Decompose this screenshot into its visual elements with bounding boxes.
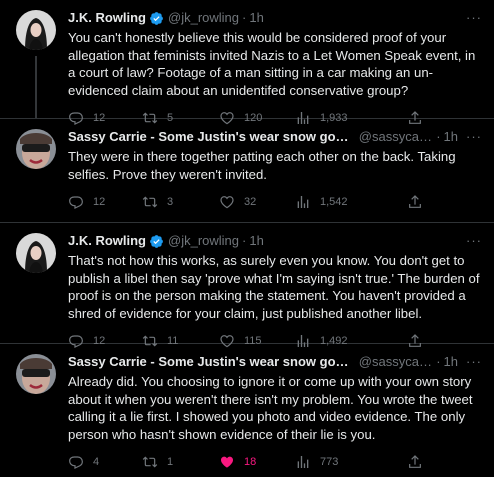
- share-button[interactable]: [407, 194, 423, 210]
- views-icon: [297, 196, 309, 208]
- timestamp[interactable]: 1h: [249, 233, 263, 249]
- retweet-button[interactable]: 3: [142, 194, 219, 210]
- like-count: 18: [244, 456, 257, 468]
- views-count: 773: [320, 456, 339, 468]
- tweet[interactable]: J.K. Rowling @jk_rowling · 1h ··· That's…: [0, 223, 494, 348]
- reply-count: 4: [93, 456, 100, 468]
- like-button[interactable]: 32: [219, 194, 295, 210]
- author-name[interactable]: Sassy Carrie - Some Justin's wear snow g…: [68, 354, 349, 370]
- author-handle[interactable]: @jk_rowling: [168, 233, 239, 249]
- tweet[interactable]: Sassy Carrie - Some Justin's wear snow g…: [0, 119, 494, 222]
- like-icon: [221, 456, 233, 468]
- author-handle[interactable]: @sassycarr...: [359, 129, 433, 145]
- author-name[interactable]: J.K. Rowling: [68, 233, 146, 249]
- author-name[interactable]: Sassy Carrie - Some Justin's wear snow g…: [68, 129, 349, 145]
- reply-button[interactable]: 12: [68, 194, 142, 210]
- more-icon[interactable]: ···: [458, 354, 482, 370]
- like-button[interactable]: 18: [219, 454, 295, 470]
- tweet[interactable]: Sassy Carrie - Some Justin's wear snow g…: [0, 344, 494, 477]
- timestamp[interactable]: 1h: [444, 129, 458, 145]
- retweet-count: 3: [167, 196, 174, 208]
- thread-line: [35, 56, 37, 118]
- more-icon[interactable]: ···: [458, 233, 482, 249]
- separator-dot: ·: [242, 10, 247, 25]
- reply-icon: [69, 196, 83, 209]
- avatar[interactable]: [16, 233, 56, 273]
- avatar[interactable]: [16, 354, 56, 394]
- separator-dot: ·: [242, 233, 247, 248]
- verified-badge-icon: [150, 11, 163, 25]
- separator-dot: ·: [436, 129, 441, 144]
- like-count: 32: [244, 196, 257, 208]
- more-icon[interactable]: ···: [458, 10, 482, 26]
- timestamp[interactable]: 1h: [249, 10, 263, 26]
- retweet-icon: [142, 456, 158, 468]
- author-handle[interactable]: @jk_rowling: [168, 10, 239, 26]
- reply-count: 12: [93, 196, 106, 208]
- tweet[interactable]: J.K. Rowling @jk_rowling · 1h ··· You ca…: [0, 0, 494, 125]
- separator-dot: ·: [436, 354, 441, 369]
- share-button[interactable]: [407, 454, 423, 470]
- timestamp[interactable]: 1h: [444, 354, 458, 370]
- avatar[interactable]: [16, 10, 56, 50]
- views-count: 1,542: [320, 196, 348, 208]
- tweet-text: You can't honestly believe this would be…: [68, 30, 476, 98]
- reply-button[interactable]: 4: [68, 454, 142, 470]
- retweet-button[interactable]: 1: [142, 454, 219, 470]
- views-icon: [297, 456, 309, 468]
- avatar[interactable]: [16, 129, 56, 169]
- author-name[interactable]: J.K. Rowling: [68, 10, 146, 26]
- tweet-text: Already did. You choosing to ignore it o…: [68, 374, 473, 442]
- retweet-count: 1: [167, 456, 174, 468]
- more-icon[interactable]: ···: [458, 129, 482, 145]
- share-icon: [409, 195, 421, 208]
- views-button[interactable]: 1,542: [295, 194, 407, 210]
- tweet-text: That's not how this works, as surely eve…: [68, 253, 480, 321]
- share-icon: [409, 455, 421, 468]
- retweet-icon: [142, 196, 158, 208]
- tweet-text: They were in there together patting each…: [68, 149, 456, 182]
- author-handle[interactable]: @sassycarr...: [359, 354, 433, 370]
- verified-badge-icon: [150, 234, 163, 248]
- like-icon: [220, 196, 234, 209]
- reply-icon: [69, 456, 83, 469]
- views-button[interactable]: 773: [295, 454, 407, 470]
